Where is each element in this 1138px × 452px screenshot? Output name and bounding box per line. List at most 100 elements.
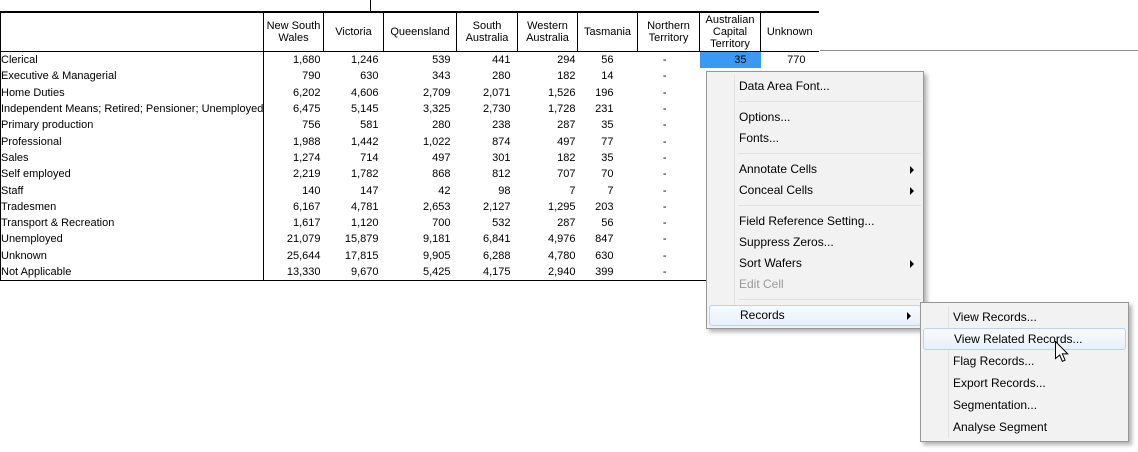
data-cell[interactable]: 399 bbox=[578, 264, 638, 281]
data-cell[interactable]: 35 bbox=[578, 150, 638, 166]
menu-item-fonts[interactable]: Fonts... bbox=[707, 128, 923, 149]
data-cell[interactable]: 539 bbox=[384, 52, 457, 69]
column-header-tasmania[interactable]: Tasmania bbox=[578, 12, 638, 52]
row-label-clerical[interactable]: Clerical bbox=[1, 52, 264, 69]
data-cell[interactable]: 630 bbox=[324, 68, 384, 84]
column-header-australian-capital-territory[interactable]: Australian Capital Territory bbox=[700, 12, 761, 52]
data-cell[interactable]: 7 bbox=[518, 182, 578, 198]
data-cell[interactable]: 4,781 bbox=[324, 199, 384, 215]
data-cell[interactable]: 1,680 bbox=[264, 52, 324, 69]
data-cell[interactable]: 581 bbox=[324, 117, 384, 133]
data-cell[interactable]: 812 bbox=[457, 166, 518, 182]
row-label-professional[interactable]: Professional bbox=[1, 133, 264, 149]
data-cell[interactable]: 790 bbox=[264, 68, 324, 84]
data-cell[interactable]: 2,730 bbox=[457, 101, 518, 117]
menu-item-field-reference-setting[interactable]: Field Reference Setting... bbox=[707, 211, 923, 232]
menu-item-data-area-font[interactable]: Data Area Font... bbox=[707, 76, 923, 97]
data-cell[interactable]: 182 bbox=[518, 150, 578, 166]
data-cell[interactable]: 6,202 bbox=[264, 85, 324, 101]
data-cell[interactable]: 287 bbox=[518, 117, 578, 133]
data-cell[interactable]: 756 bbox=[264, 117, 324, 133]
data-cell[interactable]: 6,475 bbox=[264, 101, 324, 117]
data-cell[interactable]: 532 bbox=[457, 215, 518, 231]
data-cell[interactable]: 301 bbox=[457, 150, 518, 166]
column-header-western-australia[interactable]: Western Australia bbox=[518, 12, 578, 52]
row-label-not-applicable[interactable]: Not Applicable bbox=[1, 264, 264, 281]
data-cell[interactable]: - bbox=[638, 68, 700, 84]
column-header-queensland[interactable]: Queensland bbox=[384, 12, 457, 52]
data-cell[interactable]: 231 bbox=[578, 101, 638, 117]
data-cell[interactable]: - bbox=[638, 264, 700, 281]
submenu-item-view-related-records[interactable]: View Related Records... bbox=[923, 328, 1126, 350]
data-cell[interactable]: 1,442 bbox=[324, 133, 384, 149]
row-label-independent-means-retired-pensioner-unemployed[interactable]: Independent Means; Retired; Pensioner; U… bbox=[1, 101, 264, 117]
data-cell[interactable]: 707 bbox=[518, 166, 578, 182]
row-label-unemployed[interactable]: Unemployed bbox=[1, 231, 264, 247]
data-cell[interactable]: 21,079 bbox=[264, 231, 324, 247]
data-cell[interactable]: 1,526 bbox=[518, 85, 578, 101]
data-cell[interactable]: - bbox=[638, 215, 700, 231]
data-cell[interactable]: 1,295 bbox=[518, 199, 578, 215]
menu-item-suppress-zeros[interactable]: Suppress Zeros... bbox=[707, 232, 923, 253]
submenu-item-export-records[interactable]: Export Records... bbox=[921, 372, 1128, 394]
selected-cell[interactable]: 35 bbox=[700, 52, 761, 69]
data-cell[interactable]: - bbox=[638, 248, 700, 264]
data-cell[interactable]: 847 bbox=[578, 231, 638, 247]
data-cell[interactable]: - bbox=[638, 150, 700, 166]
row-label-transport-recreation[interactable]: Transport & Recreation bbox=[1, 215, 264, 231]
data-cell[interactable]: - bbox=[638, 85, 700, 101]
data-cell[interactable]: 15,879 bbox=[324, 231, 384, 247]
data-cell[interactable]: 4,976 bbox=[518, 231, 578, 247]
data-cell[interactable]: 280 bbox=[457, 68, 518, 84]
data-cell[interactable]: 6,167 bbox=[264, 199, 324, 215]
data-cell[interactable]: 4,175 bbox=[457, 264, 518, 281]
data-cell[interactable]: 2,653 bbox=[384, 199, 457, 215]
row-label-self-employed[interactable]: Self employed bbox=[1, 166, 264, 182]
menu-item-sort-wafers[interactable]: Sort Wafers bbox=[707, 253, 923, 274]
data-cell[interactable]: 6,841 bbox=[457, 231, 518, 247]
data-cell[interactable]: 4,780 bbox=[518, 248, 578, 264]
data-cell[interactable]: 9,905 bbox=[384, 248, 457, 264]
data-cell[interactable]: 5,145 bbox=[324, 101, 384, 117]
data-cell[interactable]: 1,022 bbox=[384, 133, 457, 149]
data-cell[interactable]: 1,120 bbox=[324, 215, 384, 231]
row-label-sales[interactable]: Sales bbox=[1, 150, 264, 166]
data-cell[interactable]: - bbox=[638, 182, 700, 198]
data-cell[interactable]: 2,940 bbox=[518, 264, 578, 281]
data-cell[interactable]: 2,219 bbox=[264, 166, 324, 182]
data-cell[interactable]: 2,071 bbox=[457, 85, 518, 101]
data-cell[interactable]: 2,709 bbox=[384, 85, 457, 101]
data-cell[interactable]: 1,274 bbox=[264, 150, 324, 166]
data-cell[interactable]: 13,330 bbox=[264, 264, 324, 281]
data-cell[interactable]: 14 bbox=[578, 68, 638, 84]
menu-item-annotate-cells[interactable]: Annotate Cells bbox=[707, 159, 923, 180]
data-cell[interactable]: 770 bbox=[761, 52, 819, 69]
data-cell[interactable]: 5,425 bbox=[384, 264, 457, 281]
data-cell[interactable]: 287 bbox=[518, 215, 578, 231]
menu-item-options[interactable]: Options... bbox=[707, 107, 923, 128]
data-cell[interactable]: 700 bbox=[384, 215, 457, 231]
row-label-primary-production[interactable]: Primary production bbox=[1, 117, 264, 133]
column-header-new-south-wales[interactable]: New South Wales bbox=[264, 12, 324, 52]
data-cell[interactable]: 441 bbox=[457, 52, 518, 69]
data-cell[interactable]: 9,181 bbox=[384, 231, 457, 247]
row-label-home-duties[interactable]: Home Duties bbox=[1, 85, 264, 101]
data-cell[interactable]: 497 bbox=[518, 133, 578, 149]
submenu-item-analyse-segment[interactable]: Analyse Segment bbox=[921, 416, 1128, 438]
data-cell[interactable]: - bbox=[638, 101, 700, 117]
data-cell[interactable]: - bbox=[638, 231, 700, 247]
submenu-item-view-records[interactable]: View Records... bbox=[921, 306, 1128, 328]
data-cell[interactable]: 868 bbox=[384, 166, 457, 182]
data-cell[interactable]: - bbox=[638, 166, 700, 182]
data-cell[interactable]: 1,782 bbox=[324, 166, 384, 182]
submenu-item-flag-records[interactable]: Flag Records... bbox=[921, 350, 1128, 372]
data-cell[interactable]: - bbox=[638, 52, 700, 69]
data-cell[interactable]: 280 bbox=[384, 117, 457, 133]
column-header-victoria[interactable]: Victoria bbox=[324, 12, 384, 52]
data-cell[interactable]: 6,288 bbox=[457, 248, 518, 264]
row-label-staff[interactable]: Staff bbox=[1, 182, 264, 198]
data-cell[interactable]: 140 bbox=[264, 182, 324, 198]
menu-item-conceal-cells[interactable]: Conceal Cells bbox=[707, 180, 923, 201]
data-cell[interactable]: 874 bbox=[457, 133, 518, 149]
data-cell[interactable]: 1,728 bbox=[518, 101, 578, 117]
